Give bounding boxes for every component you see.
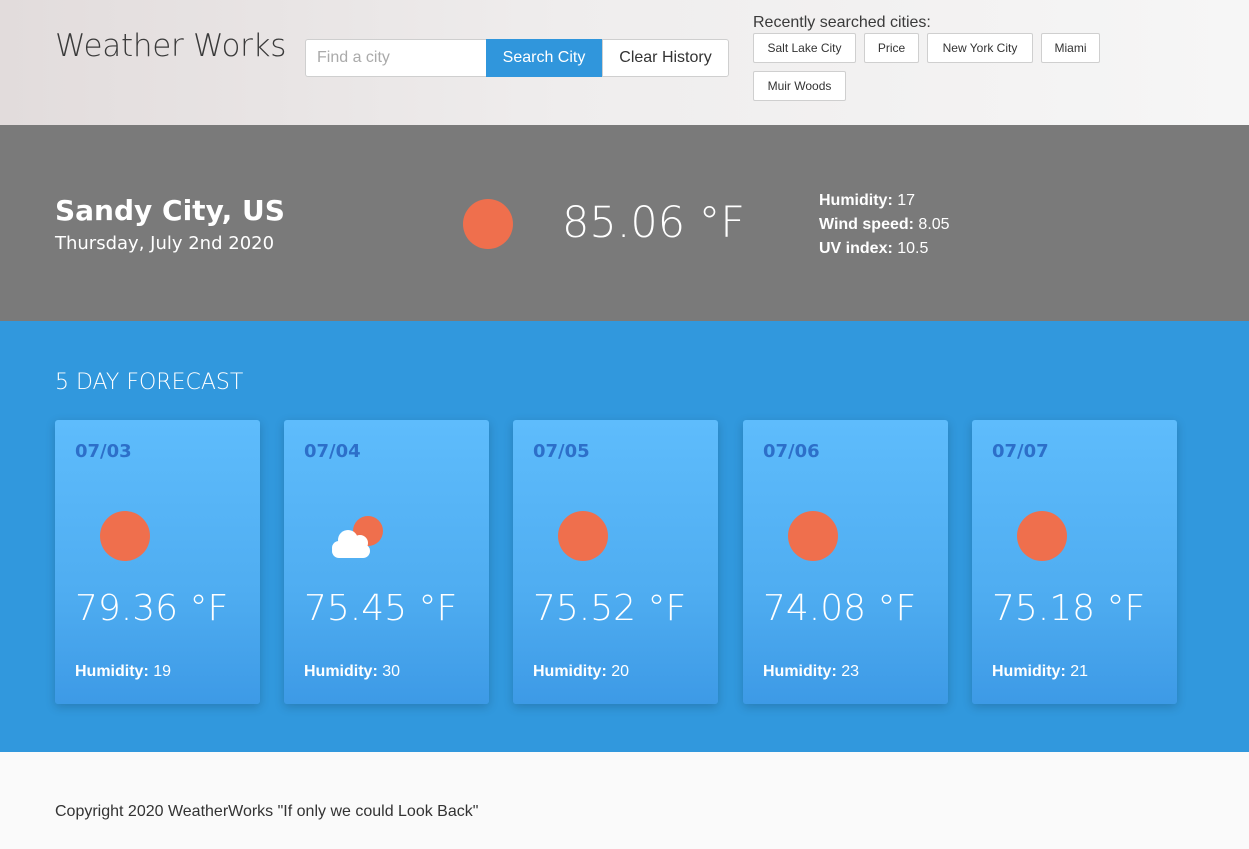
uv-row: UV index: 10.5 <box>819 237 950 261</box>
recent-city-button[interactable]: Muir Woods <box>753 71 846 101</box>
humidity-label: Humidity: <box>533 663 607 680</box>
clear-history-button[interactable]: Clear History <box>602 39 729 77</box>
uv-label: UV index: <box>819 240 893 257</box>
forecast-section: 5 DAY FORECAST 07/03 79.36 °F Humidity: … <box>0 321 1249 752</box>
forecast-humidity: Humidity: 23 <box>763 663 859 681</box>
sun-icon <box>788 511 838 561</box>
forecast-temperature: 79.36 °F <box>75 588 229 629</box>
wind-label: Wind speed: <box>819 216 914 233</box>
uv-value: 10.5 <box>897 240 929 257</box>
forecast-temperature: 75.52 °F <box>533 588 687 629</box>
sun-icon <box>558 511 608 561</box>
humidity-label: Humidity: <box>304 663 378 680</box>
forecast-temperature: 75.18 °F <box>992 588 1146 629</box>
humidity-value: 17 <box>897 192 916 209</box>
forecast-date: 07/05 <box>533 441 590 462</box>
humidity-value: 19 <box>153 663 172 680</box>
forecast-date: 07/04 <box>304 441 361 462</box>
app-title: Weather Works <box>55 28 287 64</box>
forecast-card: 07/03 79.36 °F Humidity: 19 <box>55 420 260 704</box>
humidity-value: 23 <box>841 663 860 680</box>
sun-icon <box>1017 511 1067 561</box>
humidity-label: Humidity: <box>819 192 893 209</box>
humidity-value: 21 <box>1070 663 1089 680</box>
search-input[interactable] <box>305 39 486 77</box>
recent-city-button[interactable]: Miami <box>1041 33 1100 63</box>
wind-row: Wind speed: 8.05 <box>819 213 950 237</box>
forecast-temperature: 74.08 °F <box>763 588 917 629</box>
forecast-card: 07/06 74.08 °F Humidity: 23 <box>743 420 948 704</box>
forecast-card: 07/05 75.52 °F Humidity: 20 <box>513 420 718 704</box>
partly-cloudy-icon <box>332 516 383 558</box>
forecast-title: 5 DAY FORECAST <box>55 370 244 395</box>
humidity-value: 30 <box>382 663 401 680</box>
forecast-temperature: 75.45 °F <box>304 588 458 629</box>
header: Weather Works Search City Clear History … <box>0 0 1249 125</box>
search-city-button[interactable]: Search City <box>486 39 602 77</box>
current-weather-panel: Sandy City, US Thursday, July 2nd 2020 8… <box>0 125 1249 321</box>
forecast-date: 07/07 <box>992 441 1049 462</box>
humidity-label: Humidity: <box>75 663 149 680</box>
wind-value: 8.05 <box>918 216 950 233</box>
recent-city-button[interactable]: Price <box>864 33 919 63</box>
humidity-row: Humidity: 17 <box>819 189 950 213</box>
forecast-date: 07/06 <box>763 441 820 462</box>
current-date: Thursday, July 2nd 2020 <box>55 233 275 254</box>
sun-icon <box>100 511 150 561</box>
forecast-card: 07/04 75.45 °F Humidity: 30 <box>284 420 489 704</box>
city-name: Sandy City, US <box>55 194 285 227</box>
recent-city-button[interactable]: New York City <box>927 33 1033 63</box>
humidity-value: 20 <box>611 663 630 680</box>
footer: Copyright 2020 WeatherWorks "If only we … <box>0 752 1249 849</box>
sun-icon <box>463 199 513 249</box>
forecast-date: 07/03 <box>75 441 132 462</box>
forecast-card: 07/07 75.18 °F Humidity: 21 <box>972 420 1177 704</box>
current-temperature: 85.06 °F <box>562 198 746 248</box>
copyright-text: Copyright 2020 WeatherWorks "If only we … <box>55 803 479 820</box>
forecast-humidity: Humidity: 30 <box>304 663 400 681</box>
recent-city-button[interactable]: Salt Lake City <box>753 33 856 63</box>
forecast-humidity: Humidity: 20 <box>533 663 629 681</box>
forecast-humidity: Humidity: 21 <box>992 663 1088 681</box>
forecast-humidity: Humidity: 19 <box>75 663 171 681</box>
humidity-label: Humidity: <box>992 663 1066 680</box>
humidity-label: Humidity: <box>763 663 837 680</box>
current-stats: Humidity: 17 Wind speed: 8.05 UV index: … <box>819 189 950 261</box>
recent-cities-label: Recently searched cities: <box>753 14 931 31</box>
